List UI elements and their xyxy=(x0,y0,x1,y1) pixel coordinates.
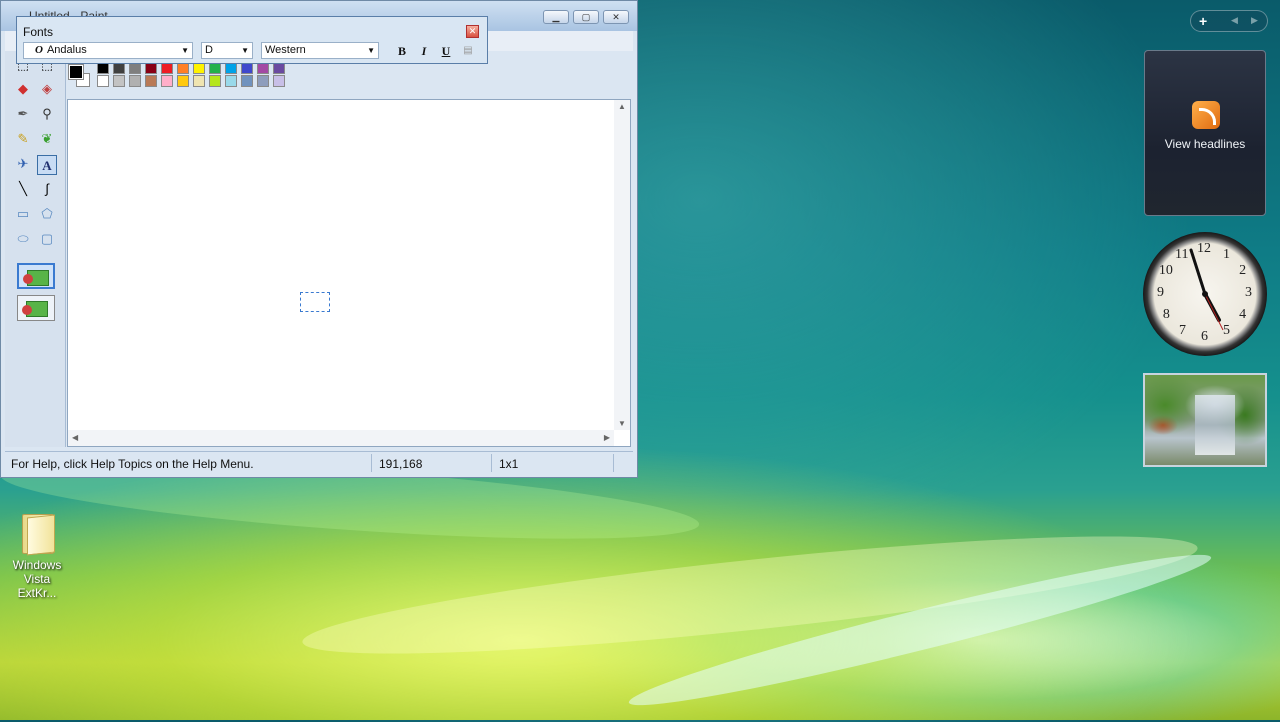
fonts-toolbar-title: Fonts xyxy=(23,25,54,39)
chevron-down-icon: ▼ xyxy=(241,46,249,55)
clock-numeral: 8 xyxy=(1162,307,1170,322)
clock-numeral: 1 xyxy=(1223,246,1230,262)
vertical-scrollbar[interactable]: ▲ ▼ xyxy=(614,100,630,430)
color-swatch[interactable] xyxy=(193,75,205,87)
close-icon[interactable]: ✕ xyxy=(466,25,479,38)
clock-numeral: 5 xyxy=(1223,323,1230,339)
feed-headlines-gadget[interactable]: View headlines xyxy=(1144,50,1266,216)
scroll-up-icon[interactable]: ▲ xyxy=(618,102,626,111)
pencil-icon[interactable]: ✎ xyxy=(13,129,33,149)
waterfall-photo xyxy=(1195,395,1235,455)
color-swatch[interactable] xyxy=(257,75,269,87)
rss-icon xyxy=(1192,101,1220,129)
color-swatch[interactable] xyxy=(97,75,109,87)
magnifier-icon[interactable]: ⚲ xyxy=(37,104,57,124)
folder-icon xyxy=(20,512,55,556)
clock-gadget[interactable]: 12 1 2 3 4 5 6 7 8 9 10 11 xyxy=(1143,232,1267,356)
drawing-canvas[interactable]: ▲ ▼ ◀ ▶ xyxy=(67,99,631,447)
desktop-folder-icon[interactable]: Windows Vista ExtKr... xyxy=(4,512,70,600)
color-swatch[interactable] xyxy=(273,75,285,87)
status-coords: 191,168 xyxy=(379,457,423,471)
text-selection-box[interactable] xyxy=(300,292,330,312)
color-swatch[interactable] xyxy=(241,75,253,87)
fonts-toolbar: Fonts ✕ O Andalus ▼ D ▼ Western ▼ B I U ▤ xyxy=(16,16,488,64)
rounded-rect-icon[interactable]: ▢ xyxy=(37,229,57,249)
curve-icon[interactable]: ∫ xyxy=(37,179,57,199)
clock-numeral: 6 xyxy=(1201,329,1208,344)
clock-numeral: 7 xyxy=(1179,323,1186,339)
bold-button[interactable]: B xyxy=(393,43,411,59)
clock-numeral: 2 xyxy=(1239,263,1247,278)
text-tool-icon[interactable]: A xyxy=(37,155,57,175)
clock-numeral: 12 xyxy=(1197,241,1211,256)
clock-numeral: 11 xyxy=(1175,246,1189,262)
clock-numeral: 9 xyxy=(1157,285,1164,300)
color-picker-icon[interactable]: ✒ xyxy=(13,104,33,124)
color-swatch[interactable] xyxy=(145,75,157,87)
paint-window: Untitled - Paint ▁ ▢ ✕ ⬚ ⬚ ◆ ◈ ✒ ⚲ ✎ ❦ ✈… xyxy=(0,0,638,478)
add-gadget-icon[interactable]: + xyxy=(1199,13,1207,29)
toolbox: ⬚ ⬚ ◆ ◈ ✒ ⚲ ✎ ❦ ✈ A ╲ ∫ ▭ ⬠ ⬭ ▢ xyxy=(5,51,66,447)
font-name-value: Andalus xyxy=(46,44,87,56)
current-colors[interactable] xyxy=(67,63,91,89)
color-swatch[interactable] xyxy=(129,75,141,87)
font-size-value: D xyxy=(205,44,213,56)
eraser-icon[interactable]: ◆ xyxy=(13,79,33,99)
scroll-left-icon[interactable]: ◀ xyxy=(72,433,78,442)
color-swatch[interactable] xyxy=(209,75,221,87)
clock-numeral: 10 xyxy=(1158,263,1173,278)
font-type-icon: O xyxy=(35,44,43,56)
rectangle-icon[interactable]: ▭ xyxy=(13,204,33,224)
clock-numeral: 3 xyxy=(1245,285,1252,300)
wallpaper-streak xyxy=(624,538,1216,722)
status-size: 1x1 xyxy=(499,457,519,471)
view-headlines-label[interactable]: View headlines xyxy=(1145,137,1265,151)
brush-icon[interactable]: ❦ xyxy=(37,129,57,149)
underline-button[interactable]: U xyxy=(437,43,455,59)
color-swatch[interactable] xyxy=(161,75,173,87)
status-bar: For Help, click Help Topics on the Help … xyxy=(5,451,633,474)
desktop-icon-label: Windows Vista ExtKr... xyxy=(12,558,62,600)
close-button[interactable]: ✕ xyxy=(603,10,629,24)
script-value: Western xyxy=(265,44,306,56)
transparent-option-button[interactable] xyxy=(17,295,55,321)
status-help-text: For Help, click Help Topics on the Help … xyxy=(11,457,254,471)
wallpaper-streak xyxy=(298,513,1202,677)
minimize-button[interactable]: ▁ xyxy=(543,10,569,24)
slideshow-gadget[interactable] xyxy=(1143,373,1267,467)
chevron-down-icon: ▼ xyxy=(367,46,375,55)
italic-button[interactable]: I xyxy=(415,43,433,59)
sidebar-controls: + ◀ ▶ xyxy=(1190,10,1268,32)
opaque-option-button[interactable] xyxy=(17,263,55,289)
horizontal-scrollbar[interactable]: ◀ ▶ xyxy=(68,430,614,446)
font-name-dropdown[interactable]: O Andalus ▼ xyxy=(23,42,193,59)
maximize-button[interactable]: ▢ xyxy=(573,10,599,24)
fill-bucket-icon[interactable]: ◈ xyxy=(37,79,57,99)
color-swatch[interactable] xyxy=(113,75,125,87)
clock-numeral: 4 xyxy=(1239,307,1247,322)
scroll-right-icon[interactable]: ▶ xyxy=(604,433,610,442)
scroll-down-icon[interactable]: ▼ xyxy=(618,419,626,428)
airbrush-icon[interactable]: ✈ xyxy=(13,154,33,174)
chevron-down-icon: ▼ xyxy=(181,46,189,55)
font-size-dropdown[interactable]: D ▼ xyxy=(201,42,253,59)
line-icon[interactable]: ╲ xyxy=(13,179,33,199)
polygon-icon[interactable]: ⬠ xyxy=(37,204,57,224)
ellipse-icon[interactable]: ⬭ xyxy=(13,229,33,249)
vertical-text-icon[interactable]: ▤ xyxy=(459,43,477,59)
color-swatch[interactable] xyxy=(225,75,237,87)
color-swatch[interactable] xyxy=(177,75,189,87)
previous-icon[interactable]: ◀ xyxy=(1231,15,1238,26)
next-icon[interactable]: ▶ xyxy=(1251,15,1258,26)
script-dropdown[interactable]: Western ▼ xyxy=(261,42,379,59)
